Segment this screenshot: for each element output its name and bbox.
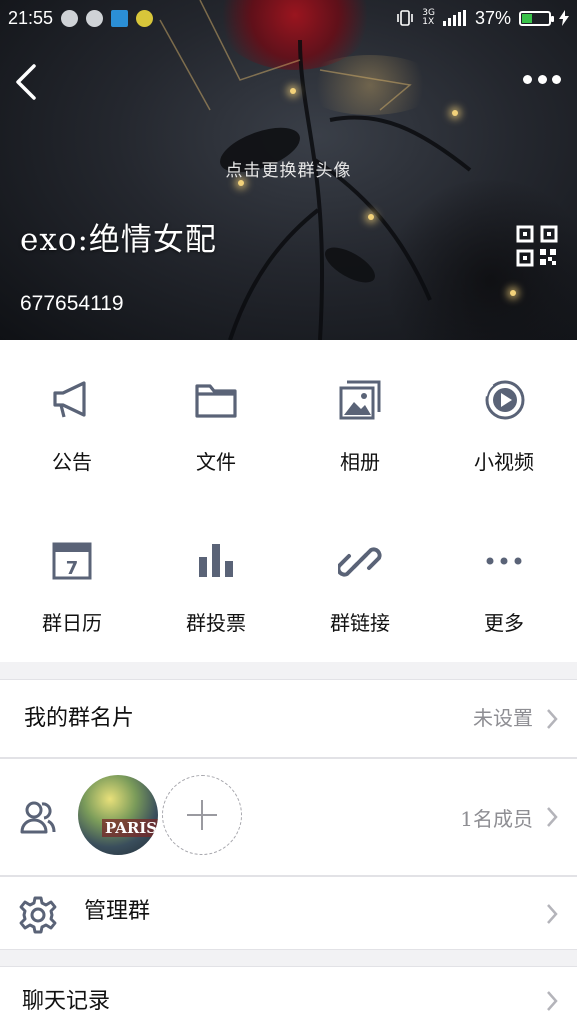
network-sub-label: 1X (422, 17, 435, 27)
link-icon (338, 547, 382, 577)
chat-history-row[interactable]: 聊天记录 (0, 966, 577, 1024)
cover-sparkle (452, 110, 458, 116)
calendar-icon: 7 (52, 542, 92, 580)
my-group-card-row[interactable]: 我的群名片 未设置 (0, 679, 577, 758)
chevron-right-icon (547, 709, 558, 729)
function-grid: 公告 文件 相册 小视频 7 群日历 群投票 群链接 更多 (0, 340, 577, 662)
group-name: exo:绝情女配 (20, 222, 217, 258)
function-label: 公告 (52, 450, 92, 474)
function-label: 小视频 (474, 450, 534, 474)
qr-code-button[interactable] (516, 225, 558, 267)
member-avatar[interactable]: PARIS (78, 775, 158, 855)
files-button[interactable]: 文件 (144, 340, 288, 501)
function-label: 群投票 (186, 611, 246, 635)
battery-percent: 37% (474, 7, 511, 28)
members-icon (20, 801, 56, 834)
function-label: 更多 (484, 611, 524, 635)
network-type: 3G 1X (422, 9, 435, 27)
calendar-day: 7 (66, 558, 79, 579)
group-cover[interactable]: 21:55 3G 1X 37% 点击更换群头像 exo:绝情女配 6776541… (0, 0, 577, 340)
dot-icon (523, 74, 532, 84)
chevron-right-icon (547, 904, 558, 924)
battery-fill (522, 13, 533, 23)
status-time: 21:55 (8, 7, 54, 28)
charging-icon (559, 10, 569, 26)
chevron-right-icon (547, 807, 558, 827)
function-label: 文件 (196, 450, 236, 474)
notification-icon (61, 9, 79, 27)
back-arrow-icon (16, 64, 36, 100)
screenshot-icon (111, 9, 129, 27)
chat-history-title: 聊天记录 (22, 989, 111, 1014)
cover-sparkle (290, 88, 296, 94)
video-icon (483, 380, 525, 420)
manage-group-title: 管理群 (84, 899, 151, 924)
change-avatar-hint[interactable]: 点击更换群头像 (0, 156, 577, 181)
vibrate-icon (397, 10, 414, 26)
my-group-card-title: 我的群名片 (24, 706, 135, 731)
dot-icon (537, 74, 547, 84)
cover-sparkle (368, 214, 374, 220)
function-label: 群日历 (42, 611, 102, 635)
member-count: 1名成员 (460, 807, 533, 831)
poll-button[interactable]: 群投票 (144, 501, 288, 662)
notification-icon (86, 9, 104, 27)
add-member-button[interactable] (162, 775, 242, 855)
status-bar: 21:55 3G 1X 37% (0, 0, 577, 36)
back-button[interactable] (12, 62, 42, 102)
qr-code-icon (516, 225, 558, 267)
more-icon (486, 557, 522, 565)
manage-group-row[interactable]: 管理群 (0, 876, 577, 950)
announcement-button[interactable]: 公告 (0, 340, 144, 501)
function-label: 群链接 (330, 611, 390, 635)
album-button[interactable]: 相册 (288, 340, 432, 501)
bar-chart-icon (199, 544, 233, 577)
dot-icon (552, 74, 561, 84)
my-group-card-value: 未设置 (473, 706, 533, 730)
short-video-button[interactable]: 小视频 (432, 340, 576, 501)
folder-icon (195, 384, 237, 418)
chevron-right-icon (547, 991, 558, 1011)
avatar-text: PARIS (102, 819, 158, 837)
megaphone-icon (53, 381, 86, 418)
cover-sparkle (510, 290, 516, 296)
more-options-button[interactable] (523, 72, 561, 86)
gear-icon (19, 896, 57, 934)
function-label: 相册 (340, 450, 380, 474)
more-functions-button[interactable]: 更多 (432, 501, 576, 662)
group-id: 677654119 (20, 292, 124, 315)
album-icon (339, 380, 381, 420)
battery-icon (519, 10, 554, 26)
signal-icon (442, 10, 466, 26)
link-button[interactable]: 群链接 (288, 501, 432, 662)
app-notification-icon (136, 9, 154, 27)
members-row[interactable]: PARIS 1名成员 (0, 758, 577, 876)
calendar-button[interactable]: 7 群日历 (0, 501, 144, 662)
